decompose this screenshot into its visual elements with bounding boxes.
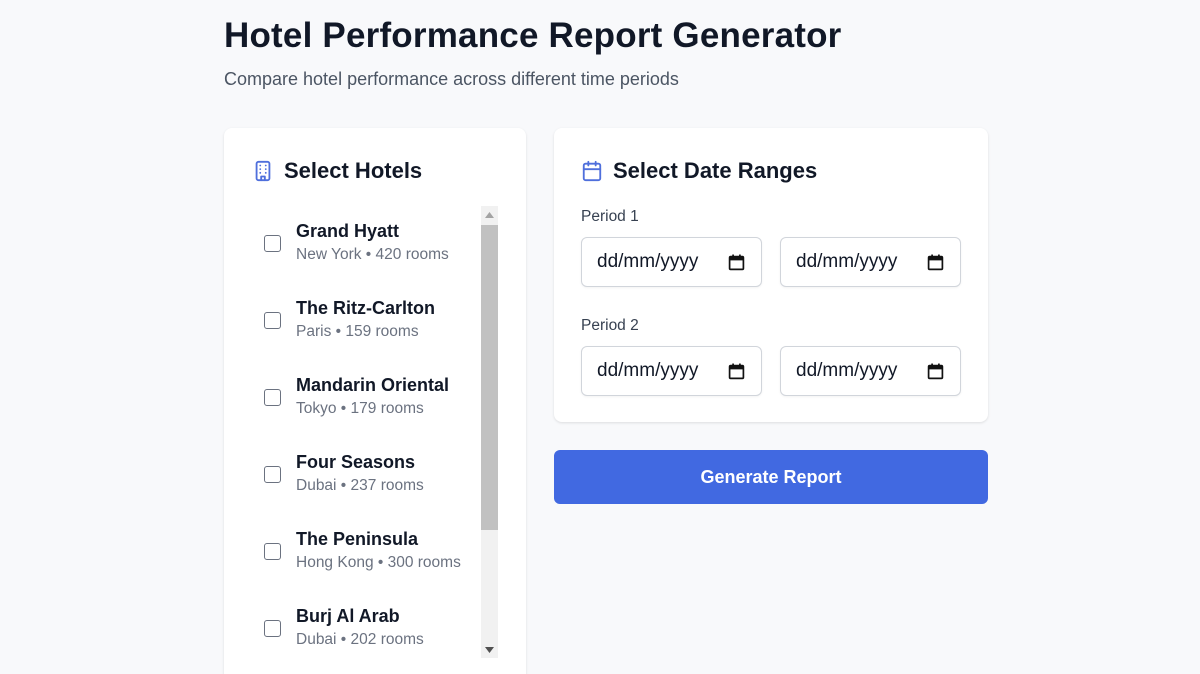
hotel-name: The Peninsula	[296, 529, 419, 549]
date-input-value: dd/mm/yyyy	[597, 251, 699, 272]
page: Hotel Performance Report Generator Compa…	[0, 0, 1200, 674]
hotel-list[interactable]: Grand Hyatt New York • 420 rooms The Rit…	[248, 206, 500, 658]
period-1-end-date-input[interactable]: dd/mm/yyyy	[780, 237, 961, 287]
hotel-checkbox[interactable]	[264, 234, 281, 252]
hotel-checkbox[interactable]	[264, 465, 281, 483]
hotel-name: Grand Hyatt	[296, 221, 400, 241]
hotel-checkbox[interactable]	[264, 388, 281, 406]
select-hotels-card: Select Hotels Grand Hyatt New York • 420…	[224, 128, 526, 674]
hotel-checkbox[interactable]	[264, 619, 281, 637]
calendar-icon	[581, 160, 603, 182]
calendar-picker-icon[interactable]	[927, 254, 944, 271]
hotel-meta: Tokyo • 179 rooms	[296, 400, 424, 417]
hotel-list-scrollbar[interactable]	[481, 206, 498, 658]
hotel-name: The Ritz-Carlton	[296, 298, 435, 318]
page-subtitle: Compare hotel performance across differe…	[224, 69, 679, 89]
period-2-end-date-input[interactable]: dd/mm/yyyy	[780, 346, 961, 396]
scroll-up-arrow-icon[interactable]	[481, 206, 498, 223]
select-hotels-header: Select Hotels	[252, 158, 422, 184]
calendar-picker-icon[interactable]	[728, 254, 745, 271]
hotel-name: Mandarin Oriental	[296, 375, 450, 395]
hotel-meta: New York • 420 rooms	[296, 246, 449, 263]
hotel-meta: Dubai • 237 rooms	[296, 477, 424, 494]
generate-report-button[interactable]: Generate Report	[554, 450, 988, 504]
date-input-value: dd/mm/yyyy	[796, 251, 898, 272]
period-2-start-date-input[interactable]: dd/mm/yyyy	[581, 346, 762, 396]
select-date-ranges-card: Select Date Ranges Period 1 dd/mm/yyyy d…	[554, 128, 988, 422]
calendar-picker-icon[interactable]	[728, 363, 745, 380]
select-hotels-title: Select Hotels	[284, 158, 423, 183]
hotel-item-ritz-carlton[interactable]: The Ritz-Carlton Paris • 159 rooms	[248, 290, 476, 350]
hotel-item-mandarin-oriental[interactable]: Mandarin Oriental Tokyo • 179 rooms	[248, 367, 476, 427]
hotel-item-burj-al-arab[interactable]: Burj Al Arab Dubai • 202 rooms	[248, 598, 476, 658]
page-title: Hotel Performance Report Generator	[224, 16, 842, 55]
hotel-checkbox[interactable]	[264, 311, 281, 329]
building-icon	[252, 160, 274, 182]
hotel-name: Burj Al Arab	[296, 606, 400, 626]
date-input-value: dd/mm/yyyy	[796, 360, 898, 381]
hotel-meta: Dubai • 202 rooms	[296, 631, 424, 648]
calendar-picker-icon[interactable]	[927, 363, 944, 380]
date-input-value: dd/mm/yyyy	[597, 360, 699, 381]
period-2-label: Period 2	[581, 317, 639, 334]
hotel-name: Four Seasons	[296, 452, 416, 472]
hotel-item-four-seasons[interactable]: Four Seasons Dubai • 237 rooms	[248, 444, 476, 504]
hotel-item-peninsula[interactable]: The Peninsula Hong Kong • 300 rooms	[248, 521, 476, 581]
period-1-start-date-input[interactable]: dd/mm/yyyy	[581, 237, 762, 287]
scrollbar-thumb[interactable]	[481, 225, 498, 530]
scroll-down-arrow-icon[interactable]	[481, 641, 498, 658]
hotel-checkbox[interactable]	[264, 542, 281, 560]
hotel-meta: Hong Kong • 300 rooms	[296, 554, 461, 571]
select-date-ranges-header: Select Date Ranges	[581, 158, 817, 184]
period-1-label: Period 1	[581, 208, 639, 225]
hotel-item-grand-hyatt[interactable]: Grand Hyatt New York • 420 rooms	[248, 213, 476, 273]
hotel-meta: Paris • 159 rooms	[296, 323, 419, 340]
select-date-ranges-title: Select Date Ranges	[613, 158, 818, 183]
